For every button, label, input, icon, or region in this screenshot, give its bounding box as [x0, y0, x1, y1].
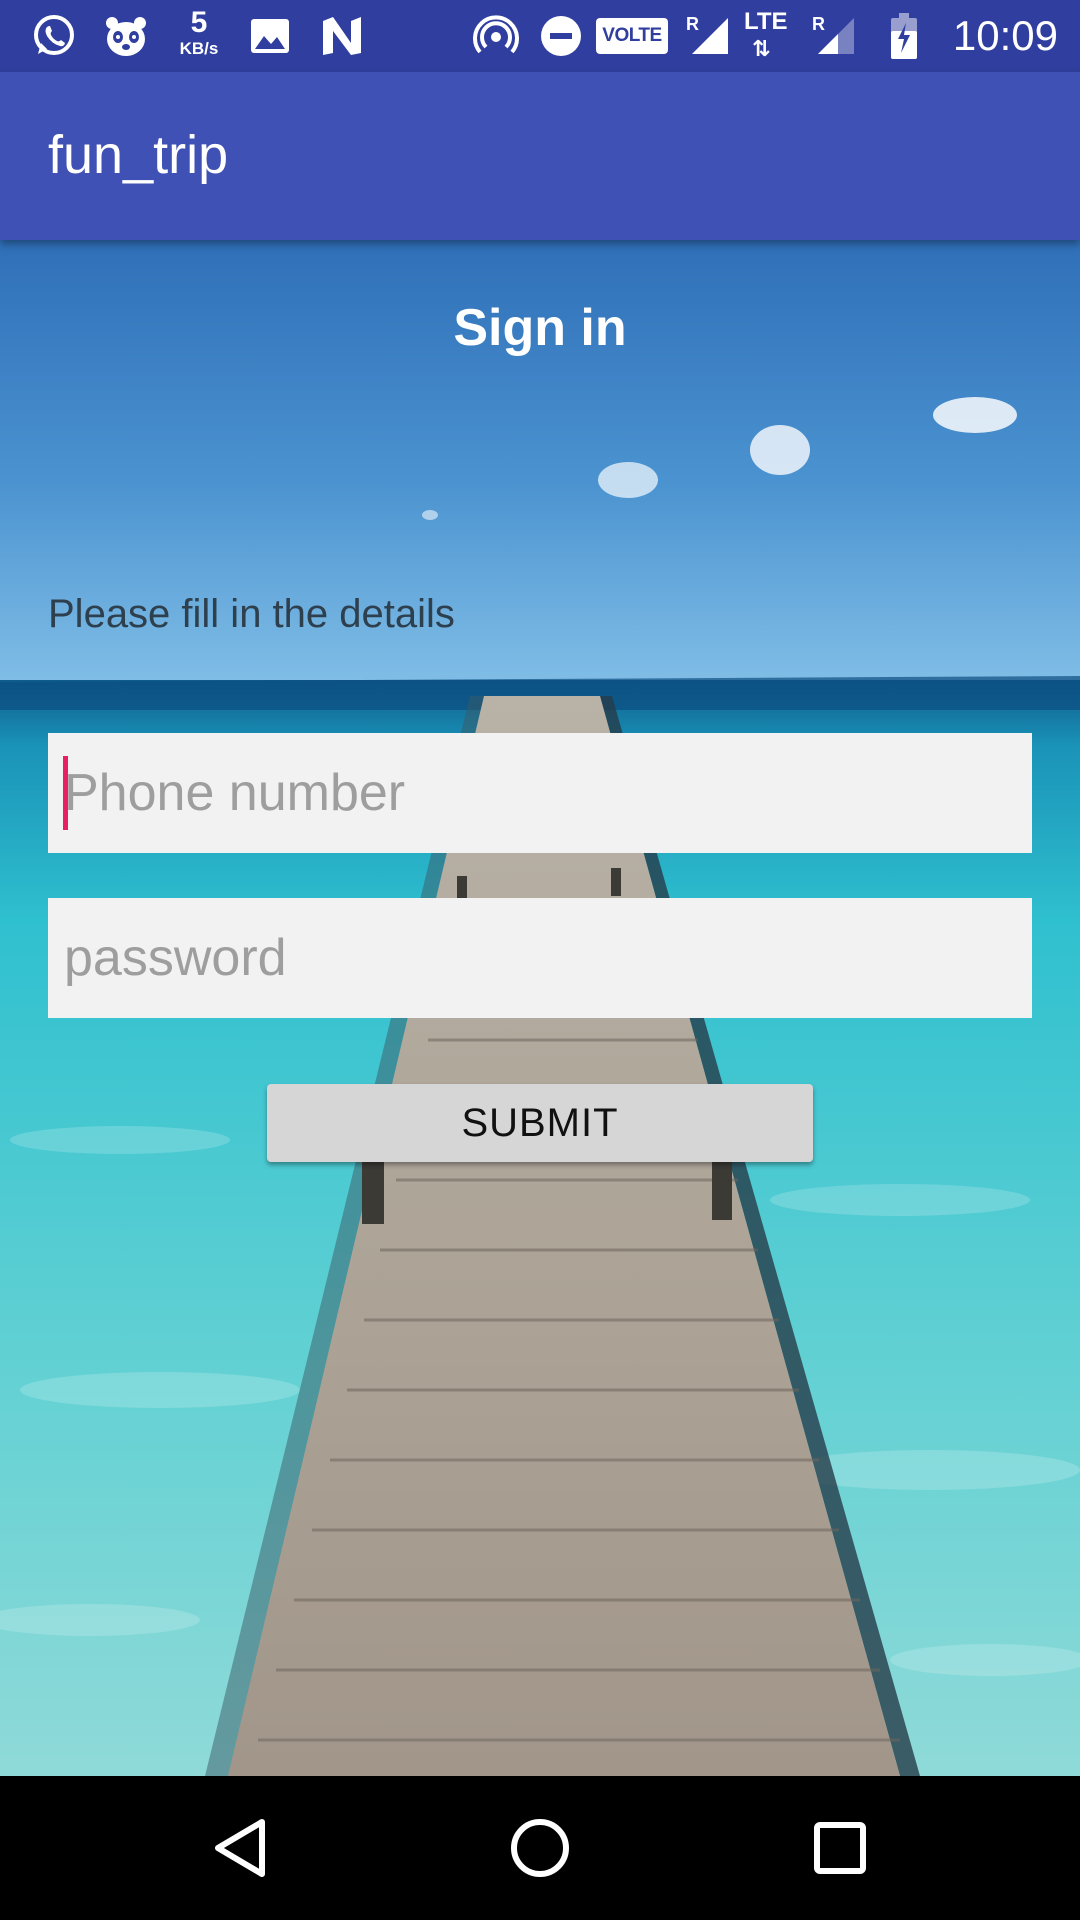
- whatsapp-icon: [28, 10, 80, 62]
- hotspot-icon: [470, 10, 522, 62]
- data-activity-icon: ⇅: [752, 36, 771, 61]
- clock: 10:09: [952, 12, 1058, 59]
- back-icon[interactable]: [204, 1812, 276, 1884]
- lte-label: LTE: [744, 8, 788, 35]
- image-icon: [244, 10, 296, 62]
- panda-icon: [100, 10, 152, 62]
- text-cursor: [63, 756, 68, 830]
- sign-in-screen: Sign in Please fill in the details SUBMI…: [0, 240, 1080, 1776]
- password-input[interactable]: [48, 898, 1032, 1018]
- signal-icon: [684, 10, 736, 62]
- phone-number-input[interactable]: [48, 733, 1032, 853]
- volte-badge: VOLTE: [596, 18, 668, 54]
- app-bar: fun_trip: [0, 72, 1080, 240]
- app-title: fun_trip: [48, 125, 229, 185]
- status-bar: 5 KB/s VOLTE R LTE ⇅ R 10:09: [0, 0, 1080, 72]
- recents-icon[interactable]: [804, 1812, 876, 1884]
- network-speed-unit: KB/s: [179, 39, 219, 58]
- dnd-icon: [535, 10, 587, 62]
- network-speed: 5 KB/s: [170, 6, 228, 58]
- network-speed-value: 5: [190, 6, 208, 39]
- signal-icon: [810, 10, 862, 62]
- home-icon[interactable]: [504, 1812, 576, 1884]
- instructions-text: Please fill in the details: [48, 592, 455, 636]
- n-icon: [316, 10, 368, 62]
- submit-button[interactable]: SUBMIT: [267, 1084, 813, 1162]
- sign-in-heading: Sign in: [453, 299, 627, 357]
- battery-charging-icon: [878, 10, 930, 62]
- navigation-bar: [0, 1776, 1080, 1920]
